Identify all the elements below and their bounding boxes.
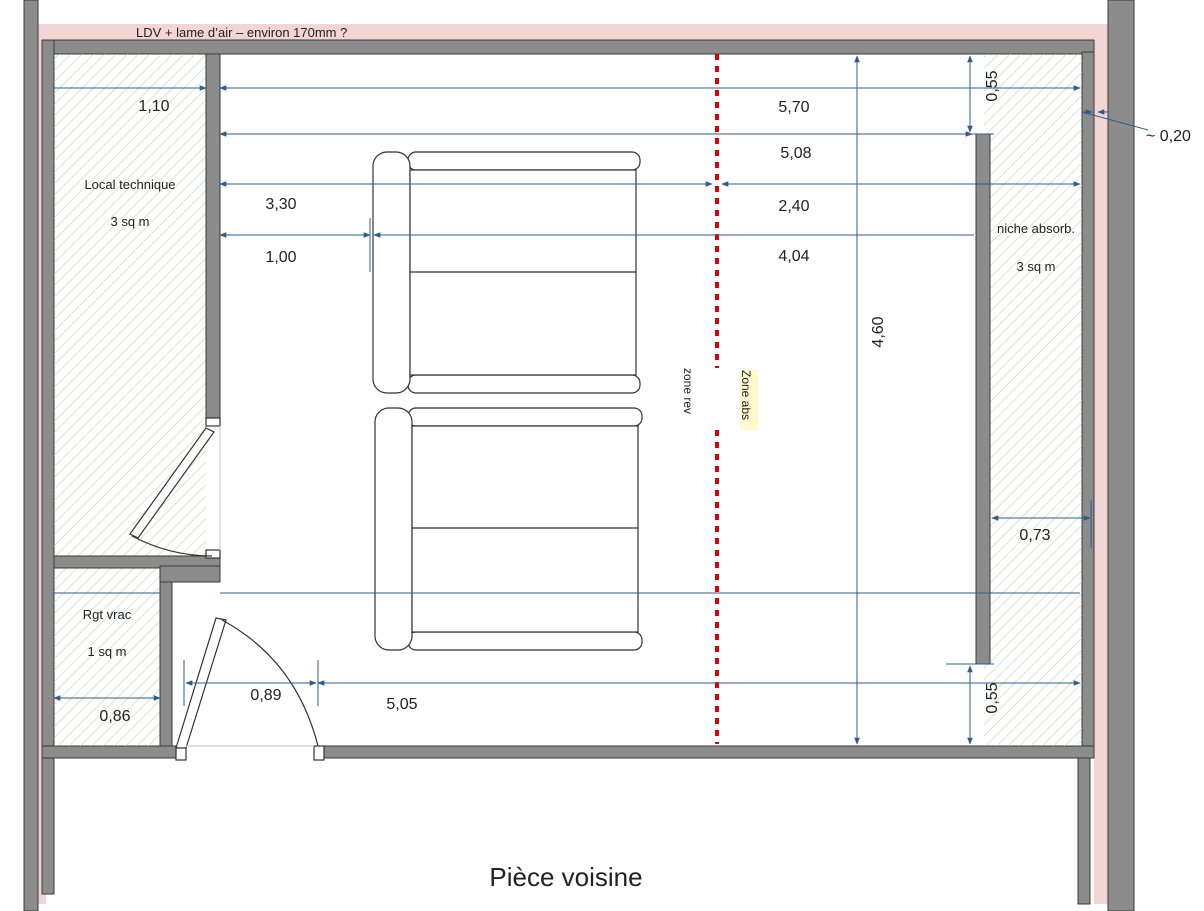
storage-room-area: 1 sq m <box>87 644 126 659</box>
dim-5-08: 5,08 <box>780 145 811 162</box>
dim-0-89: 0,89 <box>250 687 281 704</box>
dim-4-60: 4,60 <box>870 316 887 347</box>
zone-rev-label: zone rev <box>681 368 695 414</box>
dim-0-73: 0,73 <box>1019 527 1050 544</box>
sofa-bottom <box>374 407 643 651</box>
technical-room-name: Local technique <box>84 177 175 192</box>
dim-4-04: 4,04 <box>778 248 809 265</box>
dim-1-10: 1,10 <box>138 98 169 115</box>
absorber-niche-area: 3 sq m <box>1016 259 1055 274</box>
dim-0-55-bottom: 0,55 <box>984 682 1001 713</box>
floor-plan: LDV + lame d’air – environ 170mm ? Local… <box>23 0 1191 911</box>
technical-room-area: 3 sq m <box>110 214 149 229</box>
dim-5-05: 5,05 <box>386 696 417 713</box>
dim-1-00: 1,00 <box>265 249 296 266</box>
dim-5-70: 5,70 <box>778 99 809 116</box>
dim-0-86: 0,86 <box>99 708 130 725</box>
storage-room-name: Rgt vrac <box>83 607 132 622</box>
absorber-niche-name: niche absorb. <box>997 221 1075 236</box>
dim-0-55-top: 0,55 <box>984 70 1001 101</box>
header-title: LDV + lame d’air – environ 170mm ? <box>136 25 347 40</box>
dim-3-30: 3,30 <box>265 196 296 213</box>
zone-abs-label: Zone abs <box>739 370 753 420</box>
dim-0-20: ~ 0,20 <box>1146 128 1191 145</box>
dim-2-40: 2,40 <box>778 198 809 215</box>
sofa-top <box>372 151 641 394</box>
neighbor-room-name: Pièce voisine <box>489 862 642 892</box>
